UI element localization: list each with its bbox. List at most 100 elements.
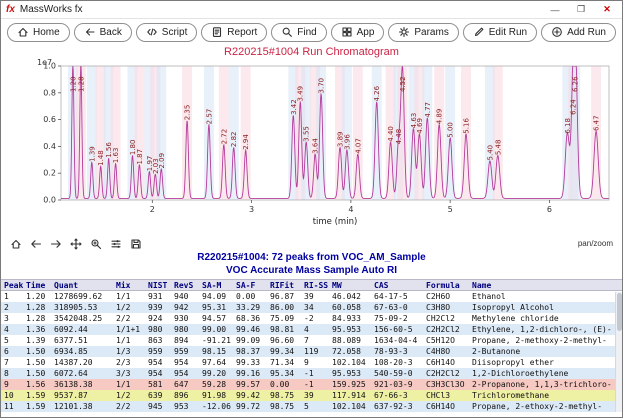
- table-cell: 6072.64: [51, 368, 113, 379]
- table-cell: C2H6O: [423, 291, 469, 302]
- chart-title: R220215#1004 Run Chromatogram: [1, 45, 622, 58]
- maximize-button[interactable]: ❐: [571, 3, 591, 17]
- table-cell: 95.31: [199, 302, 233, 313]
- svg-text:0.2: 0.2: [43, 169, 56, 178]
- zoom-icon[interactable]: [90, 238, 102, 250]
- column-header-mw[interactable]: MW: [329, 280, 371, 290]
- edit-run-button[interactable]: Edit Run: [463, 23, 537, 42]
- table-row[interactable]: 101.599537.871/263989691.9899.4298.75391…: [1, 390, 622, 401]
- table-row[interactable]: 51.396377.511/1863894-91.2199.0996.60788…: [1, 335, 622, 346]
- table-cell: 924: [145, 313, 171, 324]
- minimize-button[interactable]: —: [545, 3, 565, 17]
- table-cell: 99.42: [233, 390, 267, 401]
- report-button[interactable]: Report: [201, 23, 267, 42]
- table-cell: 4: [1, 324, 23, 335]
- svg-text:2.82: 2.82: [230, 131, 238, 147]
- add-run-button-label: Add Run: [567, 27, 606, 38]
- table-cell: 954: [145, 368, 171, 379]
- column-header-revs[interactable]: RevS: [171, 280, 199, 290]
- column-header-nist[interactable]: NIST: [145, 280, 171, 290]
- table-row[interactable]: 91.5636138.381/158164759.2899.570.00-115…: [1, 379, 622, 390]
- column-header-mix[interactable]: Mix: [113, 280, 145, 290]
- column-header-peak[interactable]: Peak: [1, 280, 23, 290]
- table-cell: 4: [301, 324, 329, 335]
- table-cell: 639: [145, 390, 171, 401]
- table-cell: 1278699.62: [51, 291, 113, 302]
- sliders-icon[interactable]: [110, 238, 122, 250]
- table-row[interactable]: 71.5014387.202/395495497.6499.3371.34910…: [1, 357, 622, 368]
- svg-text:6.18: 6.18: [564, 118, 572, 134]
- table-cell: 99.34: [267, 346, 301, 357]
- column-header-name[interactable]: Name: [469, 280, 622, 290]
- script-button-label: Script: [162, 27, 188, 38]
- table-cell: 99.16: [233, 368, 267, 379]
- table-cell: 647: [171, 379, 199, 390]
- table-row[interactable]: 111.5912101.382/2945953-12.0699.7298.755…: [1, 401, 622, 412]
- table-row[interactable]: 41.366092.441/1+198098099.0099.4698.8149…: [1, 324, 622, 335]
- save-icon[interactable]: [130, 238, 142, 250]
- svg-text:1.63: 1.63: [112, 148, 120, 164]
- table-cell: 8: [1, 368, 23, 379]
- table-scrollbar-thumb[interactable]: [617, 293, 622, 331]
- find-button[interactable]: Find: [271, 23, 326, 42]
- svg-text:3.64: 3.64: [312, 138, 320, 154]
- table-scrollbar[interactable]: [615, 292, 622, 412]
- app-button[interactable]: App: [331, 23, 385, 42]
- table-cell: 94.09: [199, 291, 233, 302]
- table-cell: 3542048.25: [51, 313, 113, 324]
- table-cell: 98.75: [267, 390, 301, 401]
- script-button[interactable]: Script: [136, 23, 198, 42]
- main-toolbar: Home Back Script Report Find App Params: [1, 19, 622, 45]
- chromatogram-chart[interactable]: 0.00.20.40.60.81.01e723456time (min)1.20…: [1, 58, 622, 236]
- home-button[interactable]: Home: [7, 23, 70, 42]
- prev-view-icon[interactable]: [30, 238, 42, 250]
- table-cell: C5H12O: [423, 335, 469, 346]
- pan-icon[interactable]: [70, 238, 82, 250]
- table-cell: 1.36: [23, 324, 51, 335]
- table-cell: 1.59: [23, 390, 51, 401]
- column-header-rifit[interactable]: RIFit: [267, 280, 301, 290]
- table-cell: 99.57: [233, 379, 267, 390]
- column-header-sa-m[interactable]: SA-M: [199, 280, 233, 290]
- add-run-button[interactable]: Add Run: [541, 23, 616, 42]
- table-cell: -1: [301, 379, 329, 390]
- code-icon: [146, 26, 158, 38]
- svg-text:5: 5: [448, 205, 453, 214]
- results-summary-line: R220215#1004: 72 peaks from VOC_AM_Sampl…: [1, 251, 622, 264]
- table-row[interactable]: 11.201278699.621/193194094.090.0096.8739…: [1, 291, 622, 302]
- table-cell: 99.09: [233, 335, 267, 346]
- app-icon: fx: [6, 4, 15, 15]
- table-cell: C4H8O: [423, 346, 469, 357]
- table-cell: 9537.87: [51, 390, 113, 401]
- table-cell: 940: [171, 291, 199, 302]
- table-row[interactable]: 21.28318905.531/293994295.3133.2986.0034…: [1, 302, 622, 313]
- column-header-time[interactable]: Time: [23, 280, 51, 290]
- table-cell: 1.28: [23, 313, 51, 324]
- back-button[interactable]: Back: [74, 23, 132, 42]
- column-header-quant[interactable]: Quant: [51, 280, 113, 290]
- svg-text:4.40: 4.40: [387, 126, 395, 142]
- table-cell: 59.28: [199, 379, 233, 390]
- table-cell: 1/1: [113, 379, 145, 390]
- svg-text:3: 3: [249, 205, 254, 214]
- reset-home-icon[interactable]: [10, 238, 22, 250]
- table-cell: 954: [145, 357, 171, 368]
- table-cell: 1634-04-4: [371, 335, 423, 346]
- table-cell: 1/2: [113, 302, 145, 313]
- next-view-icon[interactable]: [50, 238, 62, 250]
- table-row[interactable]: 81.506072.643/395495499.2099.1695.34-195…: [1, 368, 622, 379]
- svg-text:6: 6: [547, 205, 552, 214]
- column-header-formula[interactable]: Formula: [423, 280, 469, 290]
- column-header-ri-ss[interactable]: RI-SS: [301, 280, 329, 290]
- close-button[interactable]: ✕: [597, 3, 617, 17]
- column-header-cas[interactable]: CAS: [371, 280, 423, 290]
- table-row[interactable]: 31.283542048.252/292493094.5768.3675.09-…: [1, 313, 622, 324]
- table-cell: 60.058: [329, 302, 371, 313]
- table-row[interactable]: 61.506934.851/395995998.1598.3799.341197…: [1, 346, 622, 357]
- svg-text:5.48: 5.48: [494, 140, 502, 156]
- svg-text:5.16: 5.16: [463, 118, 471, 134]
- table-cell: 98.37: [233, 346, 267, 357]
- table-cell: 117.914: [329, 390, 371, 401]
- column-header-sa-f[interactable]: SA-F: [233, 280, 267, 290]
- params-button[interactable]: Params: [388, 23, 458, 42]
